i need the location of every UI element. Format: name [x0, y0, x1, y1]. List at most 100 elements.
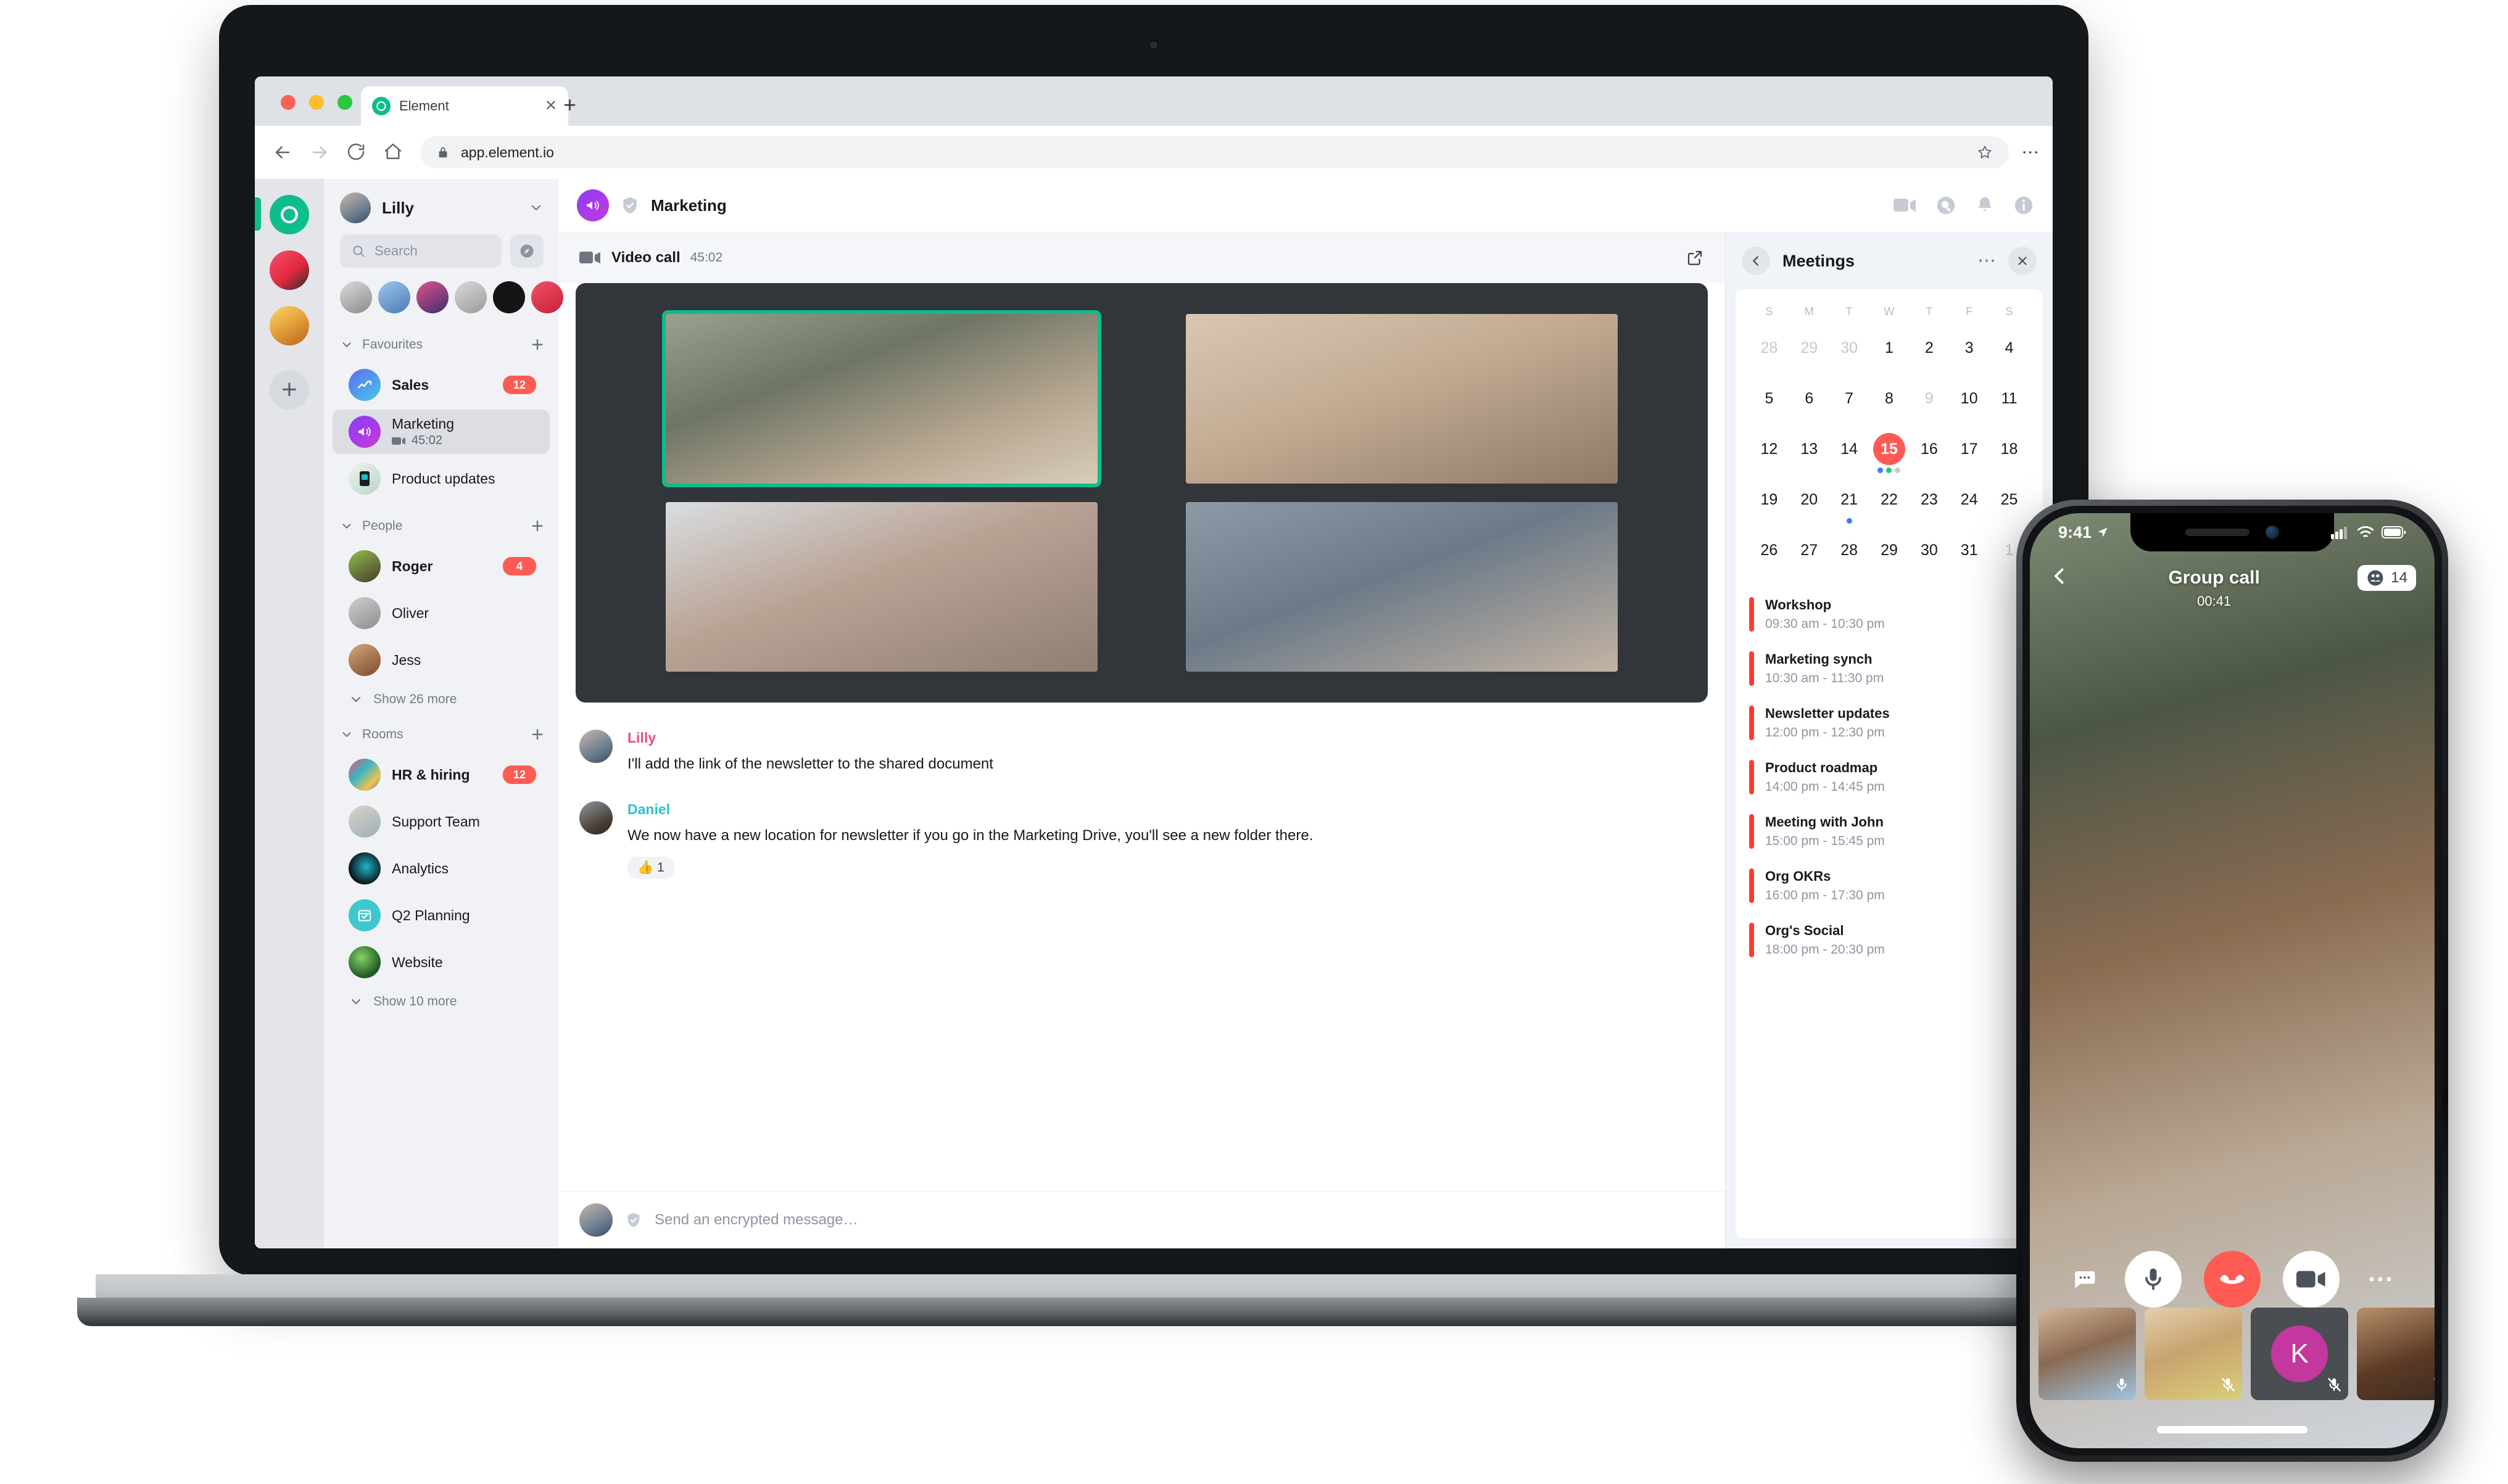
participants-count-badge[interactable]: 14 [2357, 565, 2416, 591]
participant-thumbnail[interactable]: K [2251, 1308, 2348, 1400]
more-options-icon[interactable]: ⋯ [1977, 252, 1996, 270]
space-home-element-icon[interactable] [270, 195, 309, 234]
calendar-day[interactable]: 16 [1909, 433, 1949, 480]
create-space-button[interactable]: + [270, 370, 309, 410]
video-tile-participant-3[interactable] [666, 502, 1098, 672]
calendar-day[interactable]: 29 [1789, 332, 1829, 379]
chevron-left-icon[interactable] [2048, 565, 2071, 587]
event-item[interactable]: Product roadmap 14:00 pm - 14:45 pm [1749, 751, 2029, 806]
calendar-day[interactable]: 30 [1829, 332, 1869, 379]
section-header-favourites[interactable]: Favourites + [324, 321, 558, 361]
calendar-day[interactable]: 27 [1789, 534, 1829, 581]
room-list-item-website[interactable]: Website [333, 940, 550, 984]
calendar-day[interactable]: 26 [1749, 534, 1789, 581]
room-info-icon[interactable] [2013, 195, 2034, 216]
room-list-item-support-team[interactable]: Support Team [333, 799, 550, 844]
explore-rooms-button[interactable] [510, 234, 544, 268]
event-item[interactable]: Org's Social 18:00 pm - 20:30 pm [1749, 914, 2029, 968]
video-camera-icon[interactable] [1893, 197, 1917, 213]
avatar[interactable] [455, 281, 487, 313]
participant-thumbnail[interactable] [2038, 1308, 2136, 1400]
avatar[interactable] [416, 281, 449, 313]
start-chat-button[interactable]: + [531, 516, 544, 537]
calendar-day[interactable]: 31 [1949, 534, 1989, 581]
avatar[interactable] [340, 281, 372, 313]
calendar-grid[interactable]: S M T W T F S 28 29 30 1 2 3 4 5 6 7 8 9 10 11 12 13 14 15 16 17 18… [1749, 305, 2029, 581]
calendar-day[interactable]: 17 [1949, 433, 1989, 480]
calendar-day[interactable]: 2 [1909, 332, 1949, 379]
message-sender[interactable]: Lilly [627, 730, 993, 746]
video-tile-participant-4[interactable] [1185, 502, 1618, 672]
room-list-item-roger[interactable]: Roger 4 [333, 544, 550, 588]
minimize-window-button[interactable] [309, 95, 324, 110]
calendar-day[interactable]: 8 [1869, 382, 1910, 429]
calendar-day[interactable]: 13 [1789, 433, 1829, 480]
browser-tab[interactable]: Element ✕ [361, 86, 568, 126]
room-list-item-marketing[interactable]: Marketing 45:02 [333, 410, 550, 454]
pop-out-icon[interactable] [1686, 249, 1704, 267]
video-tile-participant-1[interactable] [666, 314, 1098, 484]
message-reaction[interactable]: 👍 1 [627, 856, 674, 879]
calendar-day[interactable]: 24 [1949, 484, 1989, 530]
avatar[interactable] [531, 281, 563, 313]
calendar-day[interactable]: 28 [1829, 534, 1869, 581]
chevron-left-icon[interactable] [1742, 247, 1770, 275]
video-camera-button[interactable] [2283, 1251, 2340, 1308]
room-list-item-jess[interactable]: Jess [333, 638, 550, 682]
maximize-window-button[interactable] [337, 95, 352, 110]
room-list-item-analytics[interactable]: Analytics [333, 846, 550, 891]
message-sender[interactable]: Daniel [627, 801, 1313, 818]
add-room-button[interactable]: + [531, 334, 544, 355]
event-item[interactable]: Workshop 09:30 am - 10:30 pm [1749, 588, 2029, 643]
home-icon[interactable] [383, 142, 404, 163]
chat-icon[interactable] [2066, 1266, 2103, 1293]
user-menu[interactable]: Lilly [324, 179, 558, 228]
show-more-people-button[interactable]: Show 26 more [324, 683, 558, 711]
close-icon[interactable] [2008, 247, 2037, 275]
kebab-menu-icon[interactable]: ⋮ [2021, 144, 2040, 161]
calendar-day[interactable]: 4 [1989, 332, 2029, 379]
show-more-rooms-button[interactable]: Show 10 more [324, 986, 558, 1013]
calendar-day[interactable]: 6 [1789, 382, 1829, 429]
room-list-item-q2-planning[interactable]: Q2 Planning [333, 893, 550, 938]
address-bar[interactable]: app.element.io [420, 136, 2009, 168]
calendar-day[interactable]: 15 [1869, 433, 1910, 480]
space-avatar-comic[interactable] [270, 306, 309, 345]
hang-up-button[interactable] [2204, 1251, 2261, 1308]
section-header-rooms[interactable]: Rooms + [324, 711, 558, 751]
calendar-day[interactable]: 19 [1749, 484, 1789, 530]
calendar-day[interactable]: 9 [1909, 382, 1949, 429]
calendar-day[interactable]: 7 [1829, 382, 1869, 429]
room-list-item-hr-hiring[interactable]: HR & hiring 12 [333, 752, 550, 797]
notifications-bell-icon[interactable] [1975, 195, 1995, 216]
close-window-button[interactable] [281, 95, 296, 110]
back-arrow-icon[interactable] [272, 142, 293, 163]
room-list-item-product-updates[interactable]: Product updates [333, 456, 550, 501]
calendar-day[interactable]: 30 [1909, 534, 1949, 581]
calendar-day[interactable]: 20 [1789, 484, 1829, 530]
calendar-day[interactable]: 29 [1869, 534, 1910, 581]
avatar[interactable] [378, 281, 410, 313]
microphone-button[interactable] [2125, 1251, 2182, 1308]
search-icon[interactable] [1935, 195, 1956, 216]
room-list-item-sales[interactable]: Sales 12 [333, 363, 550, 407]
close-tab-button[interactable]: ✕ [545, 99, 557, 113]
avatar[interactable] [493, 281, 525, 313]
room-list-item-oliver[interactable]: Oliver [333, 591, 550, 635]
window-controls[interactable] [281, 95, 352, 110]
calendar-day[interactable]: 3 [1949, 332, 1989, 379]
more-options-icon[interactable] [2362, 1275, 2399, 1284]
star-icon[interactable] [1977, 144, 1993, 160]
section-header-people[interactable]: People + [324, 502, 558, 543]
event-item[interactable]: Meeting with John 15:00 pm - 15:45 pm [1749, 806, 2029, 860]
event-item[interactable]: Newsletter updates 12:00 pm - 12:30 pm [1749, 697, 2029, 751]
calendar-day[interactable]: 22 [1869, 484, 1910, 530]
participant-thumbnail[interactable] [2357, 1308, 2435, 1400]
calendar-day[interactable]: 28 [1749, 332, 1789, 379]
space-avatar-club[interactable] [270, 250, 309, 290]
add-room-button-rooms[interactable]: + [531, 724, 544, 745]
calendar-day[interactable]: 12 [1749, 433, 1789, 480]
calendar-day[interactable]: 21 [1829, 484, 1869, 530]
calendar-day[interactable]: 23 [1909, 484, 1949, 530]
event-item[interactable]: Org OKRs 16:00 pm - 17:30 pm [1749, 860, 2029, 914]
